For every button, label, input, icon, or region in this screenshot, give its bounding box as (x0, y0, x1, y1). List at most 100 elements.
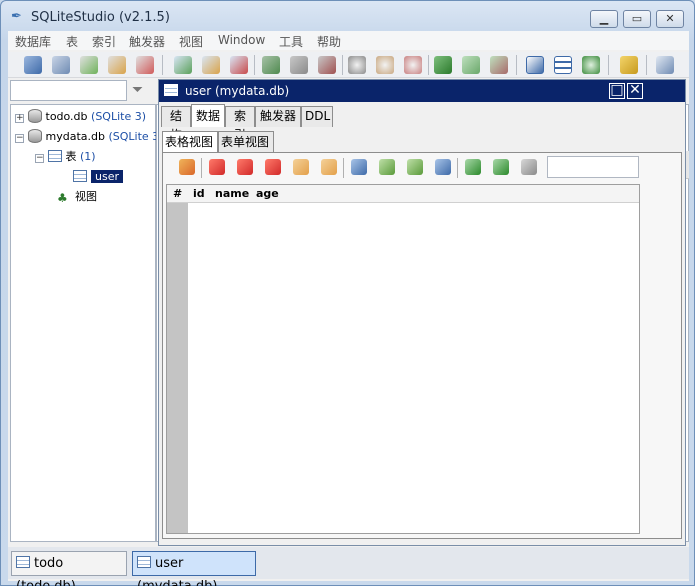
refresh-data-icon[interactable] (179, 159, 195, 175)
tab-grid-view[interactable]: 表格视图 (162, 131, 218, 152)
clear-filter-icon[interactable] (493, 159, 509, 175)
main-window: ✒ SQLiteStudio (v2.1.5) ▁ ▭ ✕ 数据库 表 索引 触… (0, 0, 695, 586)
database-tree: + todo.db (SQLite 3) − mydata.db (SQLite… (10, 104, 159, 542)
row-number-gutter (167, 203, 188, 533)
delete-row-icon[interactable] (265, 159, 281, 175)
delete-view-icon[interactable] (490, 56, 508, 74)
column-header-rownum[interactable]: # (173, 187, 182, 200)
table-icon (137, 556, 151, 568)
menu-bar: 数据库 表 索引 触发器 视图 Window 工具 帮助 (8, 31, 689, 50)
menu-help[interactable]: 帮助 (317, 33, 341, 50)
menu-window[interactable]: Window (218, 33, 265, 47)
new-index-icon[interactable] (262, 56, 280, 74)
restore-window-icon[interactable]: □ (609, 83, 625, 99)
title-bar: ✒ SQLiteStudio (v2.1.5) ▁ ▭ ✕ (1, 1, 694, 31)
toolbar-separator (608, 55, 609, 75)
table-icon (73, 170, 87, 182)
wrench-icon[interactable] (656, 56, 674, 74)
column-header-id[interactable]: id (193, 187, 205, 200)
tree-item-label: user (91, 170, 123, 183)
toolbar-separator (342, 55, 343, 75)
table-icon (164, 84, 178, 96)
menu-tools[interactable]: 工具 (279, 33, 303, 50)
minimize-button[interactable]: ▁ (590, 10, 618, 28)
task-todo-button[interactable]: todo (todo.db) (11, 551, 127, 586)
toolbar-separator (516, 55, 517, 75)
filter-text-input[interactable] (547, 156, 639, 178)
tree-item-label: 视图 (75, 190, 97, 203)
tree-item-views[interactable]: ♣ 视图 (57, 188, 97, 206)
tab-form-view[interactable]: 表单视图 (218, 131, 274, 152)
menu-database[interactable]: 数据库 (15, 33, 51, 50)
expand-icon[interactable]: + (15, 114, 24, 123)
collapse-icon[interactable]: − (35, 154, 44, 163)
edit-index-icon[interactable] (290, 56, 308, 74)
first-page-icon[interactable] (351, 159, 367, 175)
connect-db-icon[interactable] (24, 56, 42, 74)
collapse-icon[interactable]: − (15, 134, 24, 143)
close-button[interactable]: ✕ (656, 10, 684, 28)
disconnect-db-icon[interactable] (52, 56, 70, 74)
menu-index[interactable]: 索引 (92, 33, 116, 50)
filter-data-icon[interactable] (465, 159, 481, 175)
table-icon (16, 556, 30, 568)
client-area: 数据库 表 索引 触发器 视图 Window 工具 帮助 ⏷ + todo.db… (8, 31, 689, 581)
tree-item-tables[interactable]: − 表 (1) (35, 148, 96, 166)
data-panel: # id name age (162, 152, 682, 539)
db-filter-input[interactable] (10, 80, 127, 101)
menu-table[interactable]: 表 (66, 33, 78, 50)
pencil-icon[interactable] (620, 56, 638, 74)
refresh-icon[interactable] (582, 56, 600, 74)
grid-header: # id name age (167, 185, 639, 203)
main-toolbar (8, 52, 689, 78)
edit-view-icon[interactable] (462, 56, 480, 74)
data-grid[interactable]: # id name age (166, 184, 640, 534)
cascade-windows-icon[interactable] (526, 56, 544, 74)
last-page-icon[interactable] (435, 159, 451, 175)
delete-index-icon[interactable] (318, 56, 336, 74)
toolbar-separator (343, 158, 344, 178)
edit-trigger-icon[interactable] (376, 56, 394, 74)
tree-item-todo-db[interactable]: + todo.db (SQLite 3) (15, 108, 146, 126)
commit-icon[interactable] (293, 159, 309, 175)
tab-data[interactable]: 数据 (191, 104, 225, 127)
app-title: SQLiteStudio (v2.1.5) (31, 10, 170, 25)
remove-db-icon[interactable] (136, 56, 154, 74)
tab-structure[interactable]: 结构 (161, 106, 191, 142)
tab-ddl[interactable]: DDL (301, 106, 333, 127)
delete-table-icon[interactable] (230, 56, 248, 74)
add-db-icon[interactable] (80, 56, 98, 74)
rollback-icon[interactable] (321, 159, 337, 175)
menu-trigger[interactable]: 触发器 (129, 33, 165, 50)
tree-item-mydata-db[interactable]: − mydata.db (SQLite 3 (15, 128, 159, 146)
add-row-icon[interactable] (237, 159, 253, 175)
toolbar-separator (254, 55, 255, 75)
export-icon[interactable] (521, 159, 537, 175)
previous-page-icon[interactable] (379, 159, 395, 175)
new-table-icon[interactable] (174, 56, 192, 74)
tree-item-tag: (SQLite 3 (108, 130, 160, 143)
filter-icon[interactable]: ⏷ (132, 82, 150, 100)
maximize-button[interactable]: ▭ (623, 10, 651, 28)
next-page-icon[interactable] (407, 159, 423, 175)
menu-view[interactable]: 视图 (179, 33, 203, 50)
tab-indexes[interactable]: 索引 (225, 106, 255, 142)
new-view-icon[interactable] (434, 56, 452, 74)
tree-item-user[interactable]: user (73, 168, 123, 186)
tree-item-label: 表 (65, 150, 77, 163)
column-header-name[interactable]: name (215, 187, 249, 200)
tab-triggers[interactable]: 触发器 (255, 106, 301, 127)
column-header-age[interactable]: age (256, 187, 279, 200)
task-user-button[interactable]: user (mydata.db) (132, 551, 256, 586)
tree-item-label: mydata.db (45, 130, 105, 143)
edit-db-icon[interactable] (108, 56, 126, 74)
close-window-icon[interactable]: ✕ (627, 83, 643, 99)
database-icon (27, 109, 42, 123)
tile-windows-icon[interactable] (554, 56, 572, 74)
edit-table-icon[interactable] (202, 56, 220, 74)
data-toolbar (165, 155, 679, 181)
new-trigger-icon[interactable] (348, 56, 366, 74)
delete-trigger-icon[interactable] (404, 56, 422, 74)
insert-row-icon[interactable] (209, 159, 225, 175)
database-icon (27, 129, 42, 143)
